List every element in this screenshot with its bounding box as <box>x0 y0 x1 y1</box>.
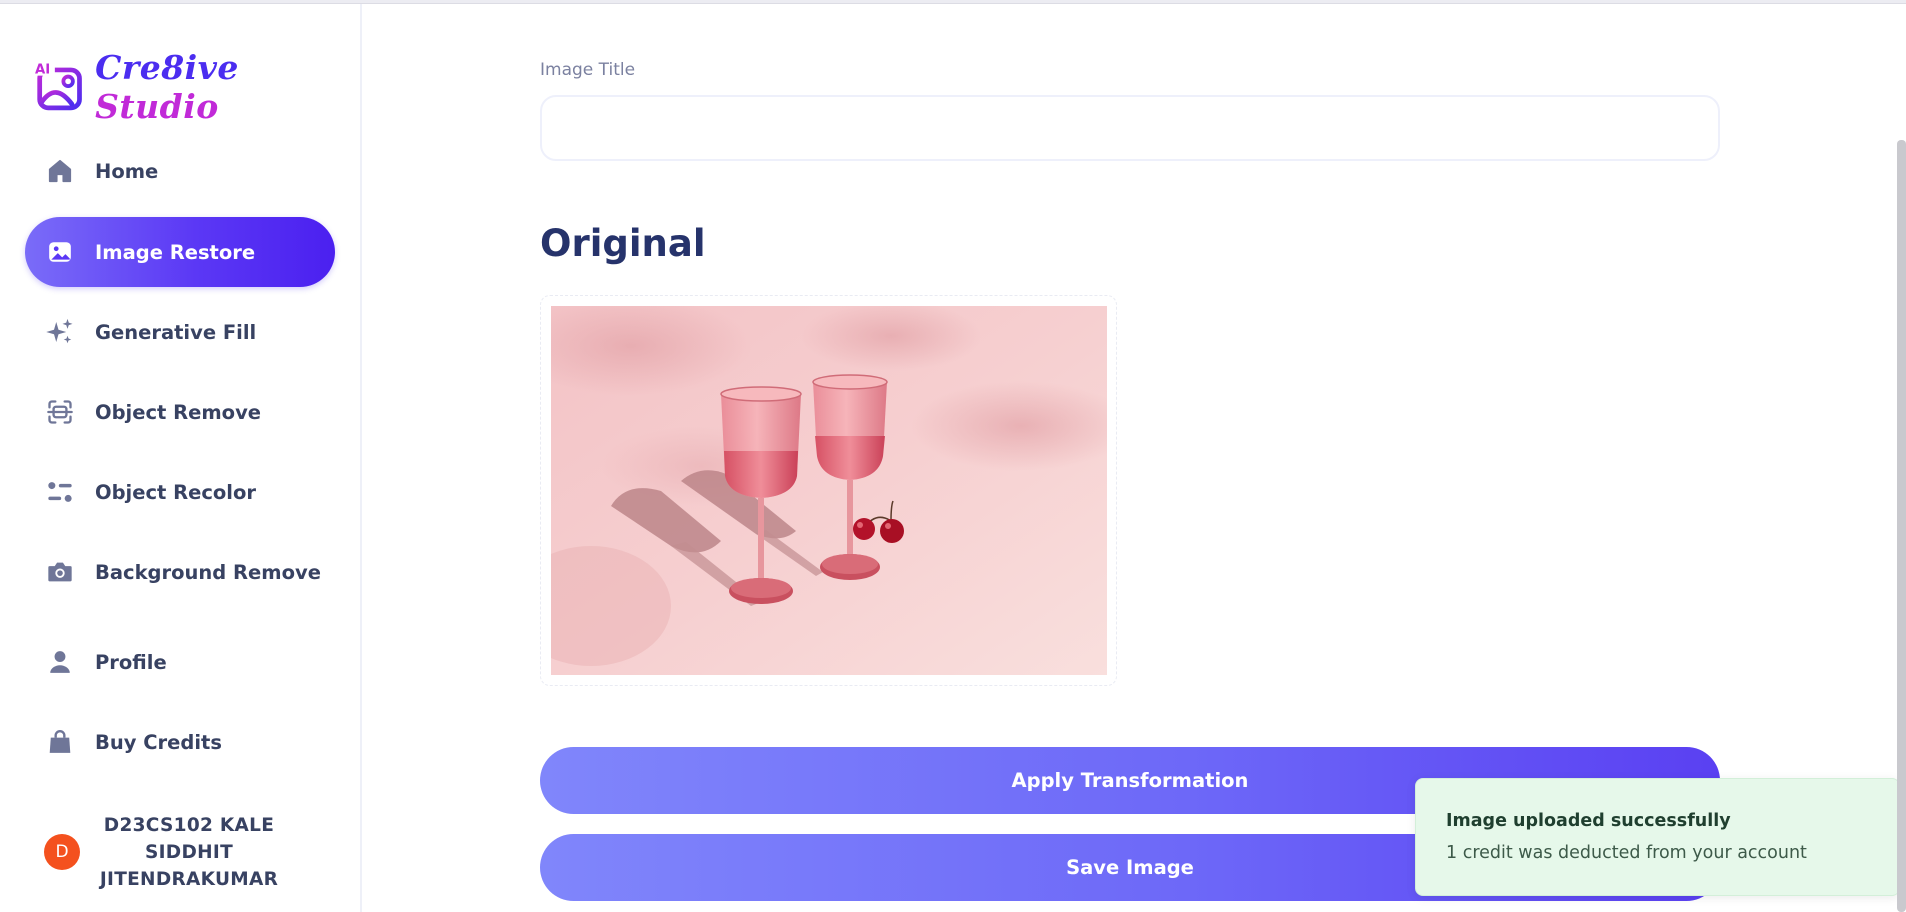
section-title-original: Original <box>540 222 706 265</box>
logo-text-part2: Studio <box>95 87 219 126</box>
page-scrollbar[interactable] <box>1897 140 1906 912</box>
sidebar-item-label: Background Remove <box>95 560 321 584</box>
home-icon <box>45 156 75 186</box>
sidebar-item-label: Home <box>95 159 159 183</box>
sidebar-item-label: Object Remove <box>95 400 262 424</box>
user-name: D23CS102 KALE SIDDHIT JITENDRAKUMAR <box>99 814 279 890</box>
filter-icon <box>45 477 75 507</box>
user-profile[interactable]: D D23CS102 KALE SIDDHIT JITENDRAKUMAR <box>44 810 334 894</box>
sparkles-icon <box>45 317 75 347</box>
shopping-bag-icon <box>45 727 75 757</box>
sidebar-item-object-remove[interactable]: Object Remove <box>25 377 335 447</box>
app-logo[interactable]: AI Cre8ive Studio <box>34 48 360 126</box>
sidebar-item-background-remove[interactable]: Background Remove <box>25 537 335 607</box>
toast-description: 1 credit was deducted from your account <box>1446 843 1807 863</box>
sidebar-item-label: Object Recolor <box>95 480 257 504</box>
sidebar-item-label: Buy Credits <box>95 730 222 754</box>
toast-notification[interactable]: Image uploaded successfully 1 credit was… <box>1415 778 1900 896</box>
svg-text:AI: AI <box>35 63 50 78</box>
sidebar-item-label: Profile <box>95 650 167 674</box>
image-icon <box>45 237 75 267</box>
original-image <box>551 306 1107 675</box>
sidebar-item-buy-credits[interactable]: Buy Credits <box>25 707 335 777</box>
avatar[interactable]: D <box>44 834 80 870</box>
sidebar-item-label: Image Restore <box>95 240 256 264</box>
camera-icon <box>45 557 75 587</box>
sidebar-item-image-restore[interactable]: Image Restore <box>25 217 335 287</box>
user-icon <box>45 647 75 677</box>
image-title-input[interactable] <box>540 95 1720 161</box>
sidebar-item-profile[interactable]: Profile <box>25 627 335 697</box>
logo-text: Cre8ive Studio <box>95 48 360 126</box>
sidebar: AI Cre8ive Studio Home Image Restore Gen… <box>0 4 362 912</box>
logo-text-part1: Cre8ive <box>95 48 239 87</box>
logo-icon: AI <box>34 60 82 111</box>
scan-icon <box>45 397 75 427</box>
sidebar-item-home[interactable]: Home <box>25 136 335 206</box>
sidebar-item-label: Generative Fill <box>95 320 257 344</box>
sidebar-item-generative-fill[interactable]: Generative Fill <box>25 297 335 367</box>
sidebar-item-object-recolor[interactable]: Object Recolor <box>25 457 335 527</box>
toast-title: Image uploaded successfully <box>1446 811 1731 831</box>
original-image-container <box>540 295 1117 686</box>
image-title-label: Image Title <box>540 60 636 80</box>
